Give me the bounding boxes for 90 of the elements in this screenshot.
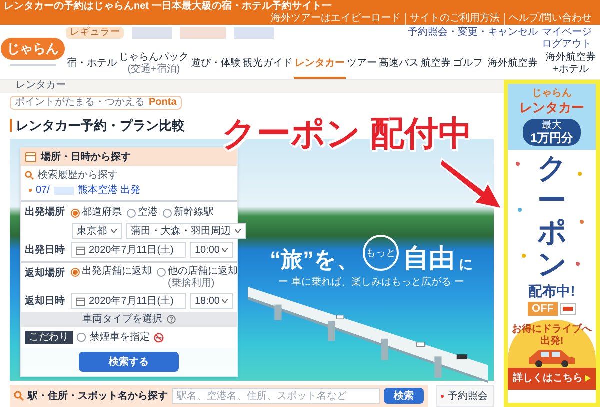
bullet-icon	[29, 189, 32, 192]
powered-by-line	[10, 64, 56, 66]
blurred-image	[234, 27, 274, 39]
circled-text: もっと	[363, 235, 399, 271]
radio-label: 新幹線駅	[174, 206, 214, 218]
points-brand: Ponta	[149, 96, 177, 108]
radio-button[interactable]	[157, 268, 166, 277]
field-label: 返却日時	[25, 294, 66, 308]
blurred-image	[132, 27, 172, 39]
breadcrumb-link[interactable]: レンタカー	[16, 80, 66, 92]
coupon-ad-banner[interactable]: じゃらん レンタカー 最大 1万円分 クーポン 配布中! OFF お得にドライブへ出発! 詳しくはこちら	[504, 80, 600, 407]
ad-brand: レンタカー	[520, 100, 584, 115]
page-title: レンタカー予約・プラン比較	[16, 116, 185, 134]
member-badge: レギュラー	[66, 27, 124, 39]
bullet-icon	[441, 394, 444, 398]
nav-sublabel: (交通+宿泊)	[128, 64, 180, 76]
radio-button[interactable]	[71, 208, 80, 218]
chevron-down-icon	[222, 248, 228, 252]
radio-label: 出発店舗に返却	[82, 266, 152, 278]
calendar-icon	[76, 246, 85, 254]
play-icon	[585, 375, 591, 382]
nav-tab[interactable]: じゃらんパック (交通+宿泊)	[118, 51, 190, 79]
nav-tab[interactable]: 航空券	[420, 51, 452, 79]
date-field[interactable]: 2020年7月11日(土)	[71, 293, 186, 309]
off-tag: OFF	[528, 302, 558, 316]
time-select[interactable]: 18:00	[190, 293, 233, 309]
slogan-text: に	[459, 257, 473, 271]
site-tagline: レンタカーの予約はじゃらんnet 一日本最大級の宿・ホテル予約サイト一	[4, 0, 332, 13]
no-smoking-icon	[154, 332, 164, 342]
details-button[interactable]: 詳しくはこちら	[508, 368, 596, 390]
help-icon	[166, 315, 176, 324]
radio-note: (乗捨利用)	[168, 278, 216, 290]
vehicle-type-toggle[interactable]: 車両タイプを選択	[21, 312, 237, 327]
car-icon	[527, 348, 577, 368]
annotation-text: クーポン 配付中	[222, 116, 472, 150]
time-select[interactable]: 10:00	[190, 242, 233, 258]
date-field[interactable]: 2020年7月11日(土)	[71, 242, 186, 258]
redacted-block	[54, 186, 74, 194]
search-icon	[25, 171, 34, 180]
slogan-text: “旅”を、	[270, 249, 359, 271]
search-icon	[14, 391, 24, 401]
nav-tab[interactable]: ツアー	[346, 51, 378, 79]
ticket-icon	[560, 302, 576, 315]
panel-title: 場所・日時から探す	[41, 150, 131, 164]
keyword-input[interactable]: 駅名、空港名、住所、スポット名など	[172, 388, 380, 404]
field-label: 出発場所	[25, 206, 66, 220]
checkbox[interactable]	[77, 333, 86, 342]
keyword-search-title: 駅・住所・スポット名から探す	[28, 390, 168, 404]
account-link[interactable]: 予約照会・変更・キャンセル	[408, 27, 538, 39]
nav-tab[interactable]: 遊び・体験	[190, 51, 242, 79]
slogan-text: 自由	[403, 245, 455, 271]
field-label: 出発日時	[25, 244, 66, 258]
calendar-icon	[25, 151, 37, 163]
chevron-down-icon	[222, 299, 228, 303]
prefecture-select[interactable]: 東京都	[72, 223, 122, 239]
area-select[interactable]: 蒲田・大森・羽田周辺	[126, 223, 246, 239]
ad-headline: クーポン	[538, 154, 566, 282]
account-link[interactable]: マイページ	[542, 27, 592, 39]
checkbox-label: 禁煙車を指定	[90, 330, 150, 345]
nav-tab[interactable]: 高速バス	[378, 51, 420, 79]
chevron-down-icon	[111, 229, 117, 233]
nav-tab[interactable]: 海外航空券+ホテル	[542, 51, 600, 79]
blurred-image	[180, 27, 226, 39]
history-date[interactable]: 07/	[36, 183, 50, 198]
ad-logo: じゃらん	[532, 88, 572, 100]
radio-label: 空港	[138, 206, 158, 218]
slogan-subtitle: ー 車に乗れば、楽しみはもっと広がる ー	[278, 276, 464, 290]
ad-tagline: お得にドライブへ出発!	[512, 324, 592, 348]
reservation-link[interactable]: 予約照会	[448, 388, 488, 404]
nav-tab[interactable]: 海外航空券	[484, 51, 542, 79]
radio-button[interactable]	[163, 208, 172, 218]
field-label: 返却場所	[25, 266, 66, 281]
points-banner[interactable]: ポイントがたまる・つかえる Ponta	[10, 96, 182, 110]
nav-tab[interactable]: 観光ガイド	[242, 51, 294, 79]
amount-badge: 最大 1万円分	[522, 119, 582, 146]
radio-button[interactable]	[127, 208, 136, 218]
preference-tag: こだわり	[25, 331, 73, 344]
chevron-down-icon	[235, 229, 241, 233]
logout-link[interactable]: ログアウト	[542, 39, 592, 51]
ad-subline: 配布中!	[528, 282, 576, 300]
history-item[interactable]: 熊本空港 出発	[78, 183, 141, 198]
nav-tab[interactable]: 宿・ホテル	[66, 51, 118, 79]
nav-tab[interactable]: ゴルフ	[452, 51, 484, 79]
radio-button[interactable]	[71, 268, 80, 277]
search-button[interactable]: 検索する	[79, 352, 179, 372]
radio-label: 都道府県	[82, 206, 122, 218]
keyword-search-button[interactable]: 検索	[384, 388, 424, 404]
radio-label: 他の店舗に返却	[168, 266, 238, 278]
calendar-icon	[76, 296, 85, 306]
history-link[interactable]: 検索履歴から探す	[38, 168, 118, 183]
